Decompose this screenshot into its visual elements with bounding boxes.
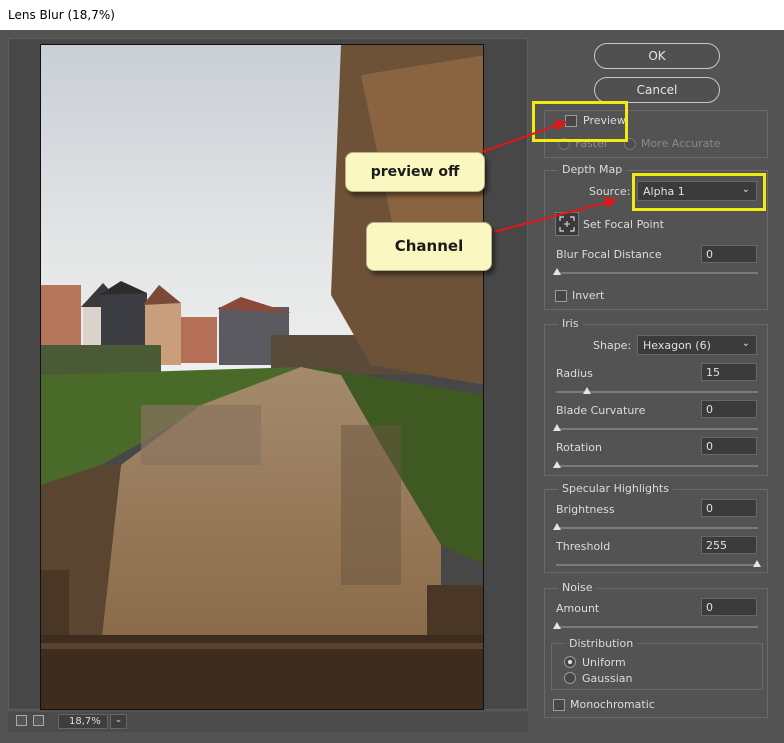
chevron-down-icon: ⌄ xyxy=(114,715,123,725)
uniform-label: Uniform xyxy=(582,656,626,669)
specular-highlights-title: Specular Highlights xyxy=(558,482,673,495)
rotation-thumb[interactable] xyxy=(553,461,561,468)
amount-label: Amount xyxy=(556,602,600,615)
more-accurate-label: More Accurate xyxy=(641,137,721,150)
window-title-bar: Lens Blur (18,7%) xyxy=(0,0,784,30)
threshold-label: Threshold xyxy=(556,540,611,553)
gaussian-radio[interactable] xyxy=(564,672,576,684)
zoom-out-button[interactable] xyxy=(16,715,27,726)
rotation-slider[interactable] xyxy=(556,465,758,467)
blur-focal-distance-thumb[interactable] xyxy=(553,268,561,275)
zoom-dropdown[interactable]: ⌄ xyxy=(110,714,127,729)
set-focal-point-button[interactable] xyxy=(555,212,579,236)
preview-image[interactable] xyxy=(40,44,484,710)
zoom-level-field[interactable]: 18,7% xyxy=(58,714,108,729)
cancel-button[interactable]: Cancel xyxy=(594,77,720,103)
blade-curvature-slider[interactable] xyxy=(556,428,758,430)
set-focal-point-label: Set Focal Point xyxy=(583,218,664,231)
rotation-field[interactable]: 0 xyxy=(701,437,757,455)
gaussian-label: Gaussian xyxy=(582,672,633,685)
amount-thumb[interactable] xyxy=(553,622,561,629)
shape-value: Hexagon (6) xyxy=(643,339,711,352)
amount-slider[interactable] xyxy=(556,626,758,628)
monochromatic-checkbox[interactable] xyxy=(553,699,565,711)
brightness-slider[interactable] xyxy=(556,527,758,529)
radius-label: Radius xyxy=(556,367,593,380)
blur-focal-distance-slider[interactable] xyxy=(556,272,758,274)
rotation-label: Rotation xyxy=(556,441,603,454)
brightness-field[interactable]: 0 xyxy=(701,499,757,517)
zoom-bar: 18,7% ⌄ xyxy=(8,712,528,732)
blade-curvature-label: Blade Curvature xyxy=(556,404,646,417)
shape-select[interactable]: Hexagon (6) ⌄ xyxy=(637,335,757,355)
amount-field[interactable]: 0 xyxy=(701,598,757,616)
brightness-label: Brightness xyxy=(556,503,615,516)
iris-title: Iris xyxy=(558,317,583,330)
blade-curvature-thumb[interactable] xyxy=(553,424,561,431)
depth-map-title: Depth Map xyxy=(558,163,627,176)
source-highlight-box xyxy=(632,173,766,211)
uniform-radio[interactable] xyxy=(564,656,576,668)
brightness-thumb[interactable] xyxy=(553,523,561,530)
preview-highlight-box xyxy=(532,101,628,142)
threshold-field[interactable]: 255 xyxy=(701,536,757,554)
radius-field[interactable]: 15 xyxy=(701,363,757,381)
source-label: Source: xyxy=(589,185,631,198)
invert-checkbox[interactable] xyxy=(555,290,567,302)
invert-label: Invert xyxy=(572,289,605,302)
noise-title: Noise xyxy=(558,581,597,594)
crosshair-icon xyxy=(559,216,575,232)
preview-off-callout: preview off xyxy=(345,152,485,192)
shape-label: Shape: xyxy=(593,339,632,352)
blur-focal-distance-label: Blur Focal Distance xyxy=(556,248,662,261)
monochromatic-label: Monochromatic xyxy=(570,698,655,711)
blade-curvature-field[interactable]: 0 xyxy=(701,400,757,418)
threshold-thumb[interactable] xyxy=(753,560,761,567)
zoom-in-button[interactable] xyxy=(33,715,44,726)
blur-focal-distance-field[interactable]: 0 xyxy=(701,245,757,263)
chevron-down-icon: ⌄ xyxy=(741,338,750,349)
threshold-slider[interactable] xyxy=(556,564,758,566)
distribution-title: Distribution xyxy=(565,637,638,650)
channel-callout: Channel xyxy=(366,222,492,271)
window-title: Lens Blur (18,7%) xyxy=(8,8,115,22)
ok-button[interactable]: OK xyxy=(594,43,720,69)
radius-thumb[interactable] xyxy=(583,387,591,394)
